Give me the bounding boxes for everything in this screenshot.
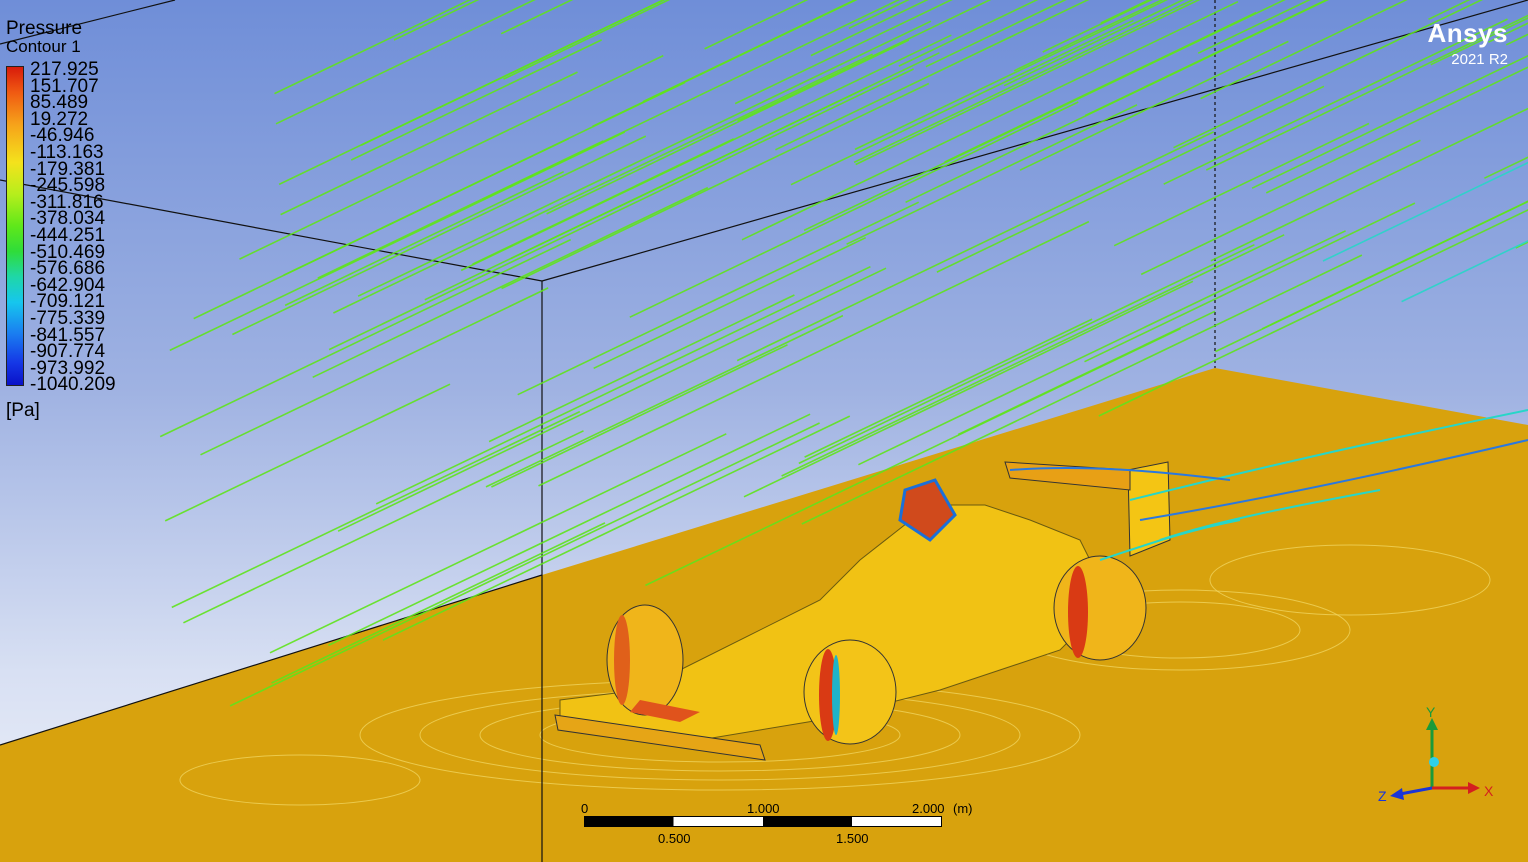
streamline [803, 0, 1286, 232]
legend-title: Pressure [6, 18, 83, 39]
scale-unit: (m) [953, 801, 973, 816]
streamline [488, 294, 795, 443]
scale-label: 1.500 [836, 831, 869, 846]
ground-plane [0, 368, 1528, 862]
streamline [159, 238, 572, 438]
streamline [274, 0, 472, 95]
axis-triad[interactable]: Y X Z [1370, 700, 1510, 810]
rear-wheel [1053, 555, 1147, 661]
streamline [1428, 0, 1471, 21]
streamline [283, 81, 686, 276]
brand-name: Ansys [1427, 18, 1508, 48]
streamline [905, 0, 1329, 204]
scale-label: 1.000 [747, 801, 780, 816]
streamline [275, 0, 536, 125]
brand-version: 2021 R2 [1451, 51, 1508, 68]
streamline [1261, 200, 1528, 330]
streamline [164, 383, 451, 522]
scale-label: 0 [581, 801, 589, 816]
streamline [1210, 107, 1528, 262]
colorbar-label: -1040.209 [30, 374, 116, 396]
axis-z-label: Z [1378, 788, 1387, 804]
streamline [1113, 122, 1370, 247]
streamline [734, 0, 953, 105]
streamline [361, 0, 666, 146]
scale-label: 0.500 [658, 831, 691, 846]
streamline [1084, 202, 1416, 363]
streamline [898, 0, 1039, 67]
streamline [200, 287, 549, 456]
streamline [472, 138, 735, 265]
streamline [491, 344, 788, 488]
streamline [328, 68, 914, 351]
streamline [925, 0, 1067, 68]
streamline [1042, 0, 1153, 53]
streamline [1140, 139, 1421, 276]
scale-bar-graphic [584, 816, 942, 827]
streamline [280, 71, 578, 216]
streamline [503, 0, 671, 80]
streamline [171, 410, 581, 609]
streamline [1322, 161, 1528, 262]
axis-x-label: X [1484, 783, 1494, 799]
pressure-colorbar [6, 66, 24, 386]
ansys-logo: Ansys 2021 R2 [1427, 18, 1508, 68]
unit-label: [Pa] [6, 400, 40, 421]
streamline [350, 39, 602, 161]
legend-subtitle: Contour 1 [6, 37, 81, 56]
streamline [485, 314, 844, 488]
graphics-viewport[interactable]: Pressure Contour 1 217.925 151.707 85.48… [0, 0, 1528, 862]
streamline [741, 0, 1239, 241]
streamline [846, 104, 1138, 245]
scale-label: 2.000 [912, 801, 945, 816]
colorbar-labels: 217.925 151.707 85.489 19.272 -46.946 -1… [30, 60, 160, 396]
cfd-scene [0, 0, 1528, 862]
streamline [501, 82, 930, 290]
streamline [337, 267, 887, 532]
streamline [736, 131, 1214, 362]
streamline [775, 0, 1090, 151]
streamline [592, 0, 858, 128]
axis-y-label: Y [1426, 704, 1436, 720]
front-wheel-right [803, 639, 897, 745]
streamline [312, 186, 709, 379]
streamline [1098, 209, 1528, 417]
rear-wing [1127, 461, 1171, 557]
streamline [546, 39, 910, 215]
